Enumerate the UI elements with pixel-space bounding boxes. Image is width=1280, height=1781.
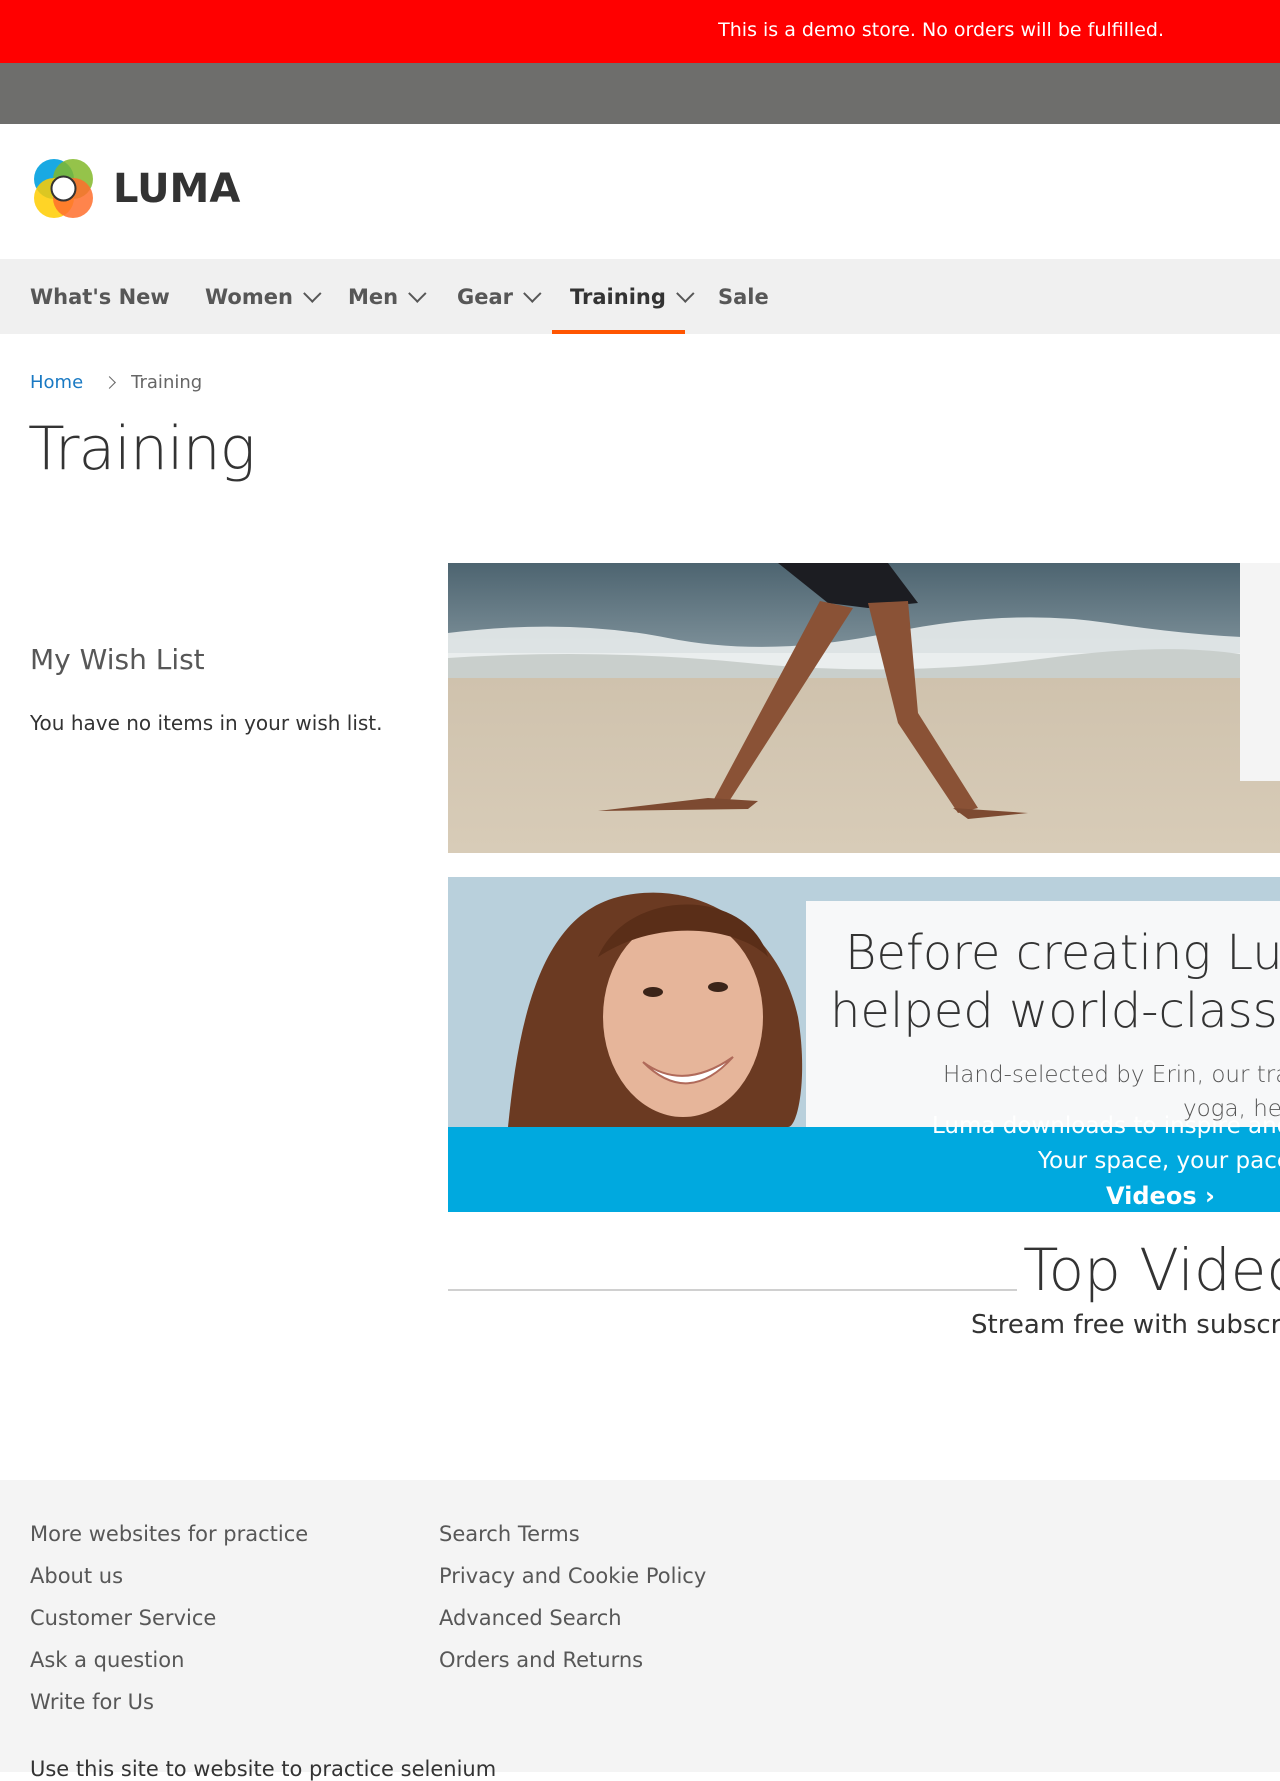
top-videos-subtitle: Stream free with subscri <box>971 1310 1280 1340</box>
footer-link-advanced-search[interactable]: Advanced Search <box>439 1606 622 1630</box>
chevron-down-icon <box>303 284 322 303</box>
top-videos-title: Top Videos <box>1017 1236 1280 1304</box>
chevron-down-icon <box>676 284 695 303</box>
footer-link-customer-service[interactable]: Customer Service <box>30 1606 216 1630</box>
promo-headline-1: Before creating Lum <box>845 925 1280 981</box>
chevron-right-icon: › <box>1204 1182 1215 1210</box>
nav-item-training[interactable]: Training <box>570 259 695 334</box>
chevron-down-icon <box>523 284 542 303</box>
promo-videos-link[interactable]: Videos › <box>1106 1182 1215 1210</box>
promo-body-4: Your space, your pace <box>1038 1148 1280 1174</box>
footer: More websites for practice About us Cust… <box>0 1480 1280 1772</box>
nav-item-sale[interactable]: Sale <box>718 259 769 334</box>
nav-active-indicator <box>552 330 685 334</box>
promo-body-3: Luma downloads to inspire and c <box>932 1113 1280 1139</box>
breadcrumb-current: Training <box>131 372 203 393</box>
footer-link-about-us[interactable]: About us <box>30 1564 123 1588</box>
footer-link-more-websites[interactable]: More websites for practice <box>30 1522 308 1546</box>
beach-yoga-image <box>448 563 1280 853</box>
header-panel <box>0 63 1280 124</box>
promo-headline-2: helped world-class at <box>830 983 1280 1039</box>
footer-link-ask-question[interactable]: Ask a question <box>30 1648 184 1672</box>
chevron-right-icon <box>103 376 117 389</box>
nav-label: Sale <box>718 284 769 309</box>
nav-item-women[interactable]: Women <box>205 259 322 334</box>
training-hero-image[interactable] <box>448 563 1280 853</box>
footer-link-write-for-us[interactable]: Write for Us <box>30 1690 154 1714</box>
wishlist-title: My Wish List <box>30 643 205 676</box>
promo-body-1: Hand-selected by Erin, our trair <box>943 1062 1280 1088</box>
breadcrumb: Home Training <box>30 372 202 393</box>
nav-label: Women <box>205 284 293 309</box>
nav-label: Training <box>570 284 666 309</box>
wishlist-empty-message: You have no items in your wish list. <box>30 711 383 735</box>
page-title: Training <box>28 414 256 484</box>
nav-label: Gear <box>457 284 514 309</box>
footer-link-orders-returns[interactable]: Orders and Returns <box>439 1648 643 1672</box>
breadcrumb-home-link[interactable]: Home <box>30 372 83 393</box>
footer-note: Use this site to website to practice sel… <box>30 1757 497 1781</box>
nav-label: What's New <box>30 284 170 309</box>
chevron-down-icon <box>408 284 427 303</box>
nav-item-whats-new[interactable]: What's New <box>30 259 170 334</box>
nav-label: Men <box>348 284 399 309</box>
training-promo-banner[interactable]: Before creating Lum helped world-class a… <box>448 877 1280 1212</box>
footer-link-privacy-policy[interactable]: Privacy and Cookie Policy <box>439 1564 706 1588</box>
luma-logo-icon <box>34 159 93 218</box>
demo-notice-text: This is a demo store. No orders will be … <box>718 19 1164 41</box>
main-nav: What's New Women Men Gear Training Sale <box>0 259 1280 334</box>
nav-item-men[interactable]: Men <box>348 259 427 334</box>
promo-cta-label: Videos <box>1106 1182 1197 1210</box>
footer-link-search-terms[interactable]: Search Terms <box>439 1522 580 1546</box>
logo[interactable]: LUMA <box>30 155 240 222</box>
logo-text: LUMA <box>113 165 241 212</box>
nav-item-gear[interactable]: Gear <box>457 259 542 334</box>
